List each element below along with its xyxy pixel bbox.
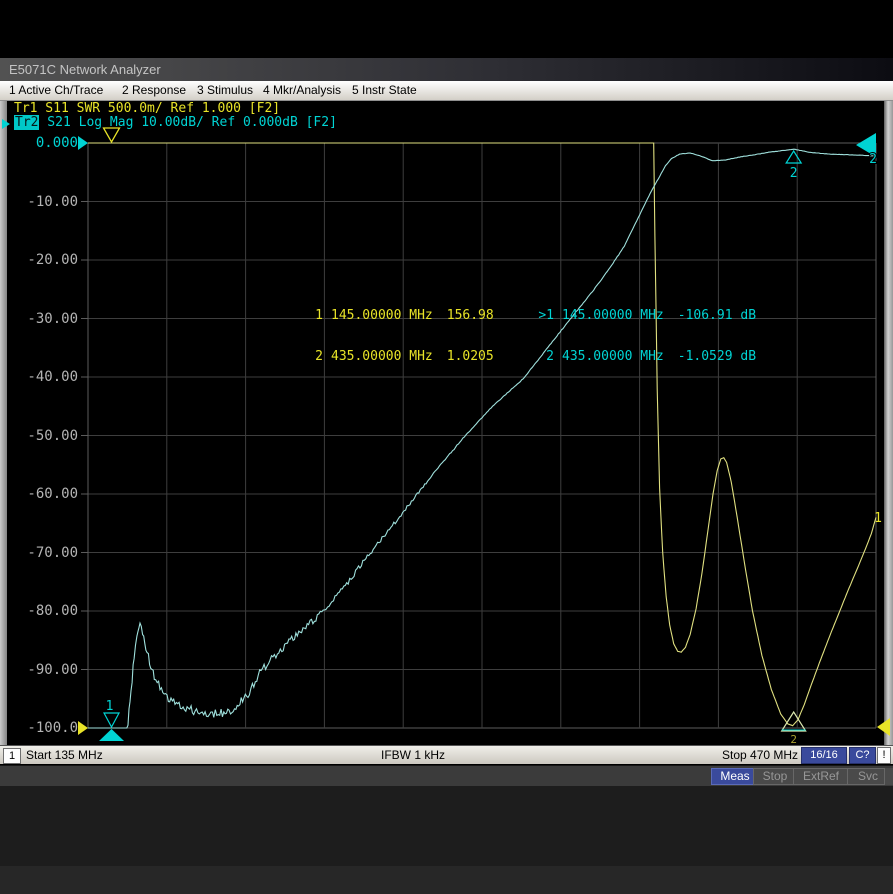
status-indicator-meas: Meas	[711, 768, 759, 785]
marker-row: 1145.00000 MHz156.98	[306, 309, 494, 323]
marker2-tr2-symbol	[786, 151, 801, 163]
y-axis-label-3: -30.00	[14, 311, 78, 327]
marker1-tr2-symbol	[104, 713, 119, 727]
menu-item-stimulus[interactable]: 3 Stimulus	[197, 83, 253, 97]
menu-item-instr-state[interactable]: 5 Instr State	[352, 83, 417, 97]
instrument-status-bar: Meas Stop ExtRef Svc	[0, 765, 893, 786]
plot-canvas[interactable]: 1 2 2 1 2	[0, 100, 893, 745]
status-indicator-stop: Stop	[753, 768, 797, 785]
y-axis-label-9: -90.00	[14, 662, 78, 678]
ref-arrow-tr1-right	[877, 718, 890, 736]
y-axis-label-1: -10.00	[14, 194, 78, 210]
y-axis-label-2: -20.00	[14, 252, 78, 268]
calibration-badge: C?	[849, 747, 876, 764]
marker1-tr1-symbol	[104, 128, 120, 142]
menu-bar: 1 Active Ch/Trace 2 Response 3 Stimulus …	[0, 81, 893, 101]
sweep-points-badge: 16/16	[801, 747, 847, 764]
status-indicator-extref: ExtRef	[793, 768, 849, 785]
channel-number-box: 1	[3, 748, 21, 764]
menu-item-mkr-analysis[interactable]: 4 Mkr/Analysis	[263, 83, 341, 97]
y-axis-label-5: -50.00	[14, 428, 78, 444]
y-axis-label-10: -100.0	[14, 720, 78, 736]
window-title: E5071C Network Analyzer	[9, 62, 161, 77]
marker2-tr1-number: 2	[790, 733, 797, 745]
warning-indicator[interactable]: !	[877, 747, 891, 764]
y-axis-label-8: -80.00	[14, 603, 78, 619]
y-axis-label-0: 0.000	[14, 135, 78, 151]
y-axis-label-6: -60.00	[14, 486, 78, 502]
ref-arrow-tr2-left	[78, 136, 88, 150]
stimulus-status-bar: 1 Start 135 MHz IFBW 1 kHz Stop 470 MHz …	[0, 745, 893, 764]
status-indicator-cut	[884, 768, 893, 785]
bottom-filler-dark	[0, 786, 893, 866]
start-frequency-label: Start 135 MHz	[26, 748, 103, 762]
y-axis-label-7: -70.00	[14, 545, 78, 561]
trace1-edge-label: 1	[874, 511, 882, 526]
marker-row: 2435.00000 MHz1.0205	[306, 350, 494, 364]
marker-row: >1145.00000 MHz-106.91 dB	[537, 309, 756, 323]
marker-readout-tr1: 1145.00000 MHz156.98 2435.00000 MHz1.020…	[306, 282, 494, 377]
marker1-tr2-number: 1	[106, 699, 114, 714]
menu-item-response[interactable]: 2 Response	[122, 83, 186, 97]
ifbw-label: IFBW 1 kHz	[381, 748, 445, 762]
status-indicator-svc: Svc	[847, 768, 889, 785]
marker-readout-tr2: >1145.00000 MHz-106.91 dB 2435.00000 MHz…	[537, 282, 756, 377]
marker-row: 2435.00000 MHz-1.0529 dB	[537, 350, 756, 364]
title-bar[interactable]: E5071C Network Analyzer	[0, 58, 893, 81]
menu-item-active-ch-trace[interactable]: 1 Active Ch/Trace	[9, 83, 103, 97]
ref-arrow-tr1-left	[78, 721, 88, 735]
stop-frequency-label: Stop 470 MHz	[722, 748, 798, 762]
marker1-stimulus-arrow	[99, 729, 124, 741]
trace2-edge-label: 2	[869, 152, 877, 167]
marker2-tr2-number: 2	[790, 166, 798, 181]
y-axis-label-4: -40.00	[14, 369, 78, 385]
bottom-filler-darker	[0, 866, 893, 894]
